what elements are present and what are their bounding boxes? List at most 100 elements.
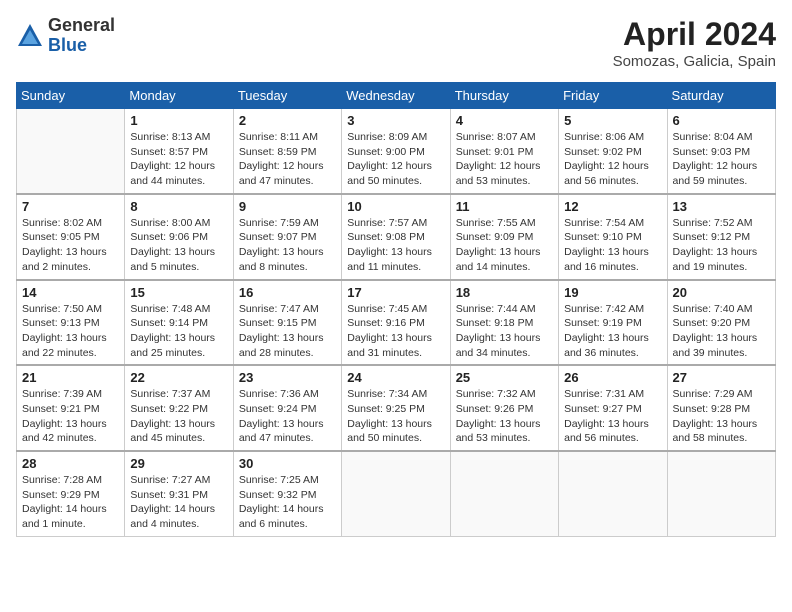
table-row [667, 451, 775, 536]
day-info: Sunrise: 7:40 AMSunset: 9:20 PMDaylight:… [673, 302, 770, 361]
col-wednesday: Wednesday [342, 83, 450, 109]
day-number: 16 [239, 285, 336, 300]
day-number: 20 [673, 285, 770, 300]
table-row [342, 451, 450, 536]
table-row [450, 451, 558, 536]
day-number: 23 [239, 370, 336, 385]
day-info: Sunrise: 7:50 AMSunset: 9:13 PMDaylight:… [22, 302, 119, 361]
table-row: 19 Sunrise: 7:42 AMSunset: 9:19 PMDayligh… [559, 280, 667, 366]
calendar-title: April 2024 [613, 16, 776, 53]
day-info: Sunrise: 7:44 AMSunset: 9:18 PMDaylight:… [456, 302, 553, 361]
col-thursday: Thursday [450, 83, 558, 109]
table-row: 23 Sunrise: 7:36 AMSunset: 9:24 PMDayligh… [233, 365, 341, 451]
day-info: Sunrise: 7:52 AMSunset: 9:12 PMDaylight:… [673, 216, 770, 275]
col-saturday: Saturday [667, 83, 775, 109]
table-row: 7 Sunrise: 8:02 AMSunset: 9:05 PMDaylight… [17, 194, 125, 280]
day-number: 17 [347, 285, 444, 300]
day-info: Sunrise: 7:25 AMSunset: 9:32 PMDaylight:… [239, 473, 336, 532]
day-number: 18 [456, 285, 553, 300]
day-info: Sunrise: 7:29 AMSunset: 9:28 PMDaylight:… [673, 387, 770, 446]
day-number: 24 [347, 370, 444, 385]
day-number: 10 [347, 199, 444, 214]
day-info: Sunrise: 7:48 AMSunset: 9:14 PMDaylight:… [130, 302, 227, 361]
table-row: 15 Sunrise: 7:48 AMSunset: 9:14 PMDayligh… [125, 280, 233, 366]
calendar-row: 21 Sunrise: 7:39 AMSunset: 9:21 PMDayligh… [17, 365, 776, 451]
day-number: 30 [239, 456, 336, 471]
page-header: General Blue April 2024 Somozas, Galicia… [16, 16, 776, 70]
table-row: 1 Sunrise: 8:13 AMSunset: 8:57 PMDaylight… [125, 109, 233, 194]
col-tuesday: Tuesday [233, 83, 341, 109]
day-number: 6 [673, 113, 770, 128]
table-row: 12 Sunrise: 7:54 AMSunset: 9:10 PMDayligh… [559, 194, 667, 280]
table-row: 11Sunrise: 7:55 AMSunset: 9:09 PMDayligh… [450, 194, 558, 280]
day-number: 7 [22, 199, 119, 214]
day-info: Sunrise: 7:39 AMSunset: 9:21 PMDaylight:… [22, 387, 119, 446]
day-info: Sunrise: 7:31 AMSunset: 9:27 PMDaylight:… [564, 387, 661, 446]
table-row: 17 Sunrise: 7:45 AMSunset: 9:16 PMDayligh… [342, 280, 450, 366]
logo-general-text: General [48, 16, 115, 36]
day-info: Sunrise: 8:11 AMSunset: 8:59 PMDaylight:… [239, 130, 336, 189]
day-number: 12 [564, 199, 661, 214]
day-info: Sunrise: 7:42 AMSunset: 9:19 PMDaylight:… [564, 302, 661, 361]
day-info: Sunrise: 7:28 AMSunset: 9:29 PMDaylight:… [22, 473, 119, 532]
table-row: 2 Sunrise: 8:11 AMSunset: 8:59 PMDaylight… [233, 109, 341, 194]
day-number: 5 [564, 113, 661, 128]
day-info: Sunrise: 8:00 AMSunset: 9:06 PMDaylight:… [130, 216, 227, 275]
table-row: 28 Sunrise: 7:28 AMSunset: 9:29 PMDayligh… [17, 451, 125, 536]
day-number: 1 [130, 113, 227, 128]
day-number: 25 [456, 370, 553, 385]
day-info: Sunrise: 7:34 AMSunset: 9:25 PMDaylight:… [347, 387, 444, 446]
day-info: Sunrise: 7:54 AMSunset: 9:10 PMDaylight:… [564, 216, 661, 275]
table-row: 29 Sunrise: 7:27 AMSunset: 9:31 PMDayligh… [125, 451, 233, 536]
table-row: 27 Sunrise: 7:29 AMSunset: 9:28 PMDayligh… [667, 365, 775, 451]
col-monday: Monday [125, 83, 233, 109]
day-number: 8 [130, 199, 227, 214]
table-row: 21 Sunrise: 7:39 AMSunset: 9:21 PMDayligh… [17, 365, 125, 451]
day-number: 15 [130, 285, 227, 300]
day-info: Sunrise: 7:32 AMSunset: 9:26 PMDaylight:… [456, 387, 553, 446]
day-info: Sunrise: 8:07 AMSunset: 9:01 PMDaylight:… [456, 130, 553, 189]
day-info: Sunrise: 7:27 AMSunset: 9:31 PMDaylight:… [130, 473, 227, 532]
logo-icon [16, 22, 44, 50]
table-row: 6 Sunrise: 8:04 AMSunset: 9:03 PMDaylight… [667, 109, 775, 194]
day-info: Sunrise: 8:06 AMSunset: 9:02 PMDaylight:… [564, 130, 661, 189]
day-info: Sunrise: 7:59 AMSunset: 9:07 PMDaylight:… [239, 216, 336, 275]
table-row: 22 Sunrise: 7:37 AMSunset: 9:22 PMDayligh… [125, 365, 233, 451]
day-info: Sunrise: 7:47 AMSunset: 9:15 PMDaylight:… [239, 302, 336, 361]
logo-text: General Blue [48, 16, 115, 56]
day-info: Sunrise: 8:04 AMSunset: 9:03 PMDaylight:… [673, 130, 770, 189]
calendar-body: 1 Sunrise: 8:13 AMSunset: 8:57 PMDaylight… [17, 109, 776, 537]
table-row: 14Sunrise: 7:50 AMSunset: 9:13 PMDayligh… [17, 280, 125, 366]
day-number: 19 [564, 285, 661, 300]
table-row: 16 Sunrise: 7:47 AMSunset: 9:15 PMDayligh… [233, 280, 341, 366]
calendar-row: 1 Sunrise: 8:13 AMSunset: 8:57 PMDaylight… [17, 109, 776, 194]
table-row: 18 Sunrise: 7:44 AMSunset: 9:18 PMDayligh… [450, 280, 558, 366]
table-row: 20 Sunrise: 7:40 AMSunset: 9:20 PMDayligh… [667, 280, 775, 366]
day-number: 29 [130, 456, 227, 471]
day-number: 3 [347, 113, 444, 128]
header-row: Sunday Monday Tuesday Wednesday Thursday… [17, 83, 776, 109]
calendar-header: Sunday Monday Tuesday Wednesday Thursday… [17, 83, 776, 109]
day-info: Sunrise: 8:13 AMSunset: 8:57 PMDaylight:… [130, 130, 227, 189]
table-row [17, 109, 125, 194]
table-row [559, 451, 667, 536]
day-number: 9 [239, 199, 336, 214]
day-number: 21 [22, 370, 119, 385]
title-block: April 2024 Somozas, Galicia, Spain [613, 16, 776, 70]
day-number: 22 [130, 370, 227, 385]
calendar-table: Sunday Monday Tuesday Wednesday Thursday… [16, 82, 776, 537]
day-info: Sunrise: 7:36 AMSunset: 9:24 PMDaylight:… [239, 387, 336, 446]
day-number: 28 [22, 456, 119, 471]
day-info: Sunrise: 7:55 AMSunset: 9:09 PMDaylight:… [456, 216, 553, 275]
day-number: 27 [673, 370, 770, 385]
day-number: 4 [456, 113, 553, 128]
day-info: Sunrise: 7:45 AMSunset: 9:16 PMDaylight:… [347, 302, 444, 361]
day-info: Sunrise: 8:02 AMSunset: 9:05 PMDaylight:… [22, 216, 119, 275]
day-number: 2 [239, 113, 336, 128]
day-info: Sunrise: 7:37 AMSunset: 9:22 PMDaylight:… [130, 387, 227, 446]
calendar-location: Somozas, Galicia, Spain [613, 53, 776, 70]
day-number: 13 [673, 199, 770, 214]
table-row: 13 Sunrise: 7:52 AMSunset: 9:12 PMDayligh… [667, 194, 775, 280]
table-row: 9 Sunrise: 7:59 AMSunset: 9:07 PMDaylight… [233, 194, 341, 280]
table-row: 8 Sunrise: 8:00 AMSunset: 9:06 PMDaylight… [125, 194, 233, 280]
